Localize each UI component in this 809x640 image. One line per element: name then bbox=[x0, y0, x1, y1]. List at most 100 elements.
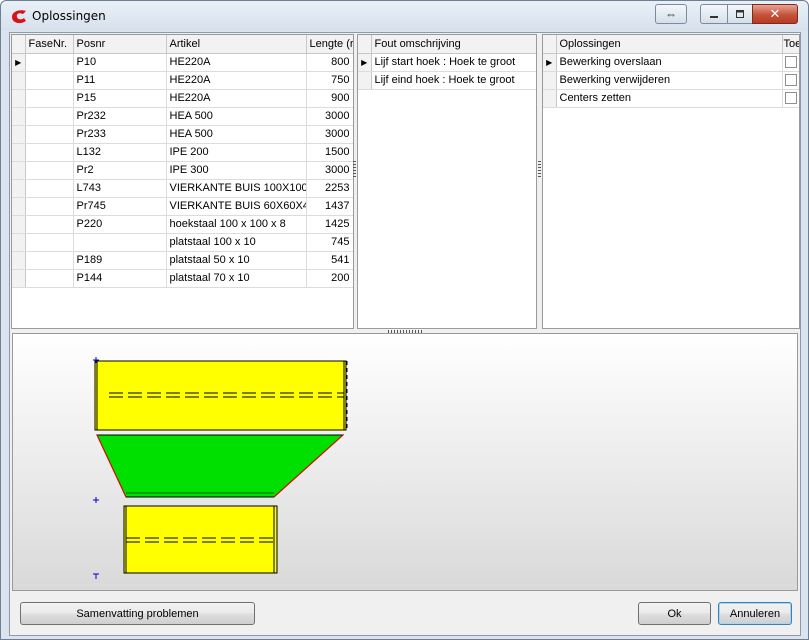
apply-checkbox[interactable] bbox=[784, 92, 797, 105]
cell-lengte[interactable]: 900 bbox=[306, 89, 353, 108]
cell-artikel[interactable]: IPE 300 bbox=[166, 161, 307, 180]
cell-posnr[interactable]: L743 bbox=[73, 179, 167, 198]
cell-posnr[interactable]: Pr2 bbox=[73, 161, 167, 180]
column-header-fasenr[interactable]: FaseNr. bbox=[25, 35, 74, 54]
cell-fasenr[interactable] bbox=[25, 107, 74, 126]
cell-artikel[interactable]: HE220A bbox=[166, 53, 307, 72]
column-header-artikel[interactable]: Artikel bbox=[166, 35, 307, 54]
table-row[interactable]: Pr232 HEA 500 3000 bbox=[12, 107, 353, 126]
cell-posnr[interactable]: P144 bbox=[73, 269, 167, 288]
cell-fasenr[interactable] bbox=[25, 179, 74, 198]
cell-lengte[interactable]: 3000 bbox=[306, 107, 353, 126]
maximize-button[interactable] bbox=[727, 4, 753, 24]
cell-fasenr[interactable] bbox=[25, 53, 74, 72]
cell-lengte[interactable]: 541 bbox=[306, 251, 353, 270]
row-selector[interactable] bbox=[12, 71, 26, 90]
table-row[interactable]: P11 HE220A 750 bbox=[12, 71, 353, 90]
row-selector[interactable] bbox=[12, 107, 26, 126]
table-row[interactable]: ▶ Bewerking overslaan bbox=[543, 53, 799, 72]
cell-posnr[interactable]: P10 bbox=[73, 53, 167, 72]
column-header-lengte[interactable]: Lengte (r bbox=[306, 35, 353, 54]
row-selector[interactable]: ▶ bbox=[12, 53, 26, 72]
row-selector[interactable] bbox=[12, 215, 26, 234]
cell-lengte[interactable]: 800 bbox=[306, 53, 353, 72]
cell-lengte[interactable]: 3000 bbox=[306, 161, 353, 180]
row-selector[interactable] bbox=[358, 71, 372, 90]
cell-fout-omschrijving[interactable]: Lijf eind hoek : Hoek te groot bbox=[371, 71, 536, 90]
table-row[interactable]: P189 platstaal 50 x 10 541 bbox=[12, 251, 353, 270]
table-row[interactable]: P220 hoekstaal 100 x 100 x 8 1425 bbox=[12, 215, 353, 234]
row-selector[interactable] bbox=[12, 161, 26, 180]
splitter-handle[interactable] bbox=[538, 161, 541, 177]
cell-fasenr[interactable] bbox=[25, 89, 74, 108]
cell-artikel[interactable]: HEA 500 bbox=[166, 125, 307, 144]
title-bar[interactable]: Oplossingen ⇔ ✕ bbox=[1, 1, 808, 31]
cell-fasenr[interactable] bbox=[25, 269, 74, 288]
table-row[interactable]: Pr2 IPE 300 3000 bbox=[12, 161, 353, 180]
row-selector[interactable] bbox=[12, 197, 26, 216]
cell-fout-omschrijving[interactable]: Lijf start hoek : Hoek te groot bbox=[371, 53, 536, 72]
row-selector[interactable] bbox=[12, 251, 26, 270]
table-row[interactable]: P15 HE220A 900 bbox=[12, 89, 353, 108]
table-row[interactable]: ▶ P10 HE220A 800 bbox=[12, 53, 353, 72]
table-row[interactable]: Pr233 HEA 500 3000 bbox=[12, 125, 353, 144]
column-header-posnr[interactable]: Posnr bbox=[73, 35, 167, 54]
swap-button[interactable]: ⇔ bbox=[655, 4, 687, 24]
row-selector[interactable] bbox=[12, 143, 26, 162]
row-selector[interactable] bbox=[543, 71, 557, 90]
errors-grid[interactable]: Fout omschrijving ▶ Lijf start hoek : Hoe… bbox=[357, 34, 537, 329]
table-row[interactable]: Lijf eind hoek : Hoek te groot bbox=[358, 71, 536, 90]
cell-lengte[interactable]: 2253 bbox=[306, 179, 353, 198]
cell-lengte[interactable]: 1500 bbox=[306, 143, 353, 162]
cell-artikel[interactable]: VIERKANTE BUIS 100X100X4 bbox=[166, 179, 307, 198]
close-button[interactable]: ✕ bbox=[752, 4, 798, 24]
solutions-grid[interactable]: Oplossingen Toe ▶Bewerking overslaanBewe… bbox=[542, 34, 800, 329]
cell-lengte[interactable]: 1425 bbox=[306, 215, 353, 234]
cell-oplossing[interactable]: Bewerking verwijderen bbox=[556, 71, 783, 90]
cell-posnr[interactable]: P11 bbox=[73, 71, 167, 90]
cell-artikel[interactable]: hoekstaal 100 x 100 x 8 bbox=[166, 215, 307, 234]
cell-fasenr[interactable] bbox=[25, 197, 74, 216]
cell-fasenr[interactable] bbox=[25, 125, 74, 144]
parts-grid[interactable]: FaseNr. Posnr Artikel Lengte (r ▶ P10 HE22… bbox=[11, 34, 354, 329]
cell-fasenr[interactable] bbox=[25, 251, 74, 270]
column-header-fout-omschrijving[interactable]: Fout omschrijving bbox=[371, 35, 536, 54]
table-row[interactable]: P144 platstaal 70 x 10 200 bbox=[12, 269, 353, 288]
table-row[interactable]: ▶ Lijf start hoek : Hoek te groot bbox=[358, 53, 536, 72]
summary-problems-button[interactable]: Samenvatting problemen bbox=[20, 602, 255, 625]
cell-oplossing[interactable]: Bewerking overslaan bbox=[556, 53, 783, 72]
row-selector[interactable] bbox=[12, 125, 26, 144]
cell-posnr[interactable]: P189 bbox=[73, 251, 167, 270]
cell-lengte[interactable]: 1437 bbox=[306, 197, 353, 216]
row-selector[interactable] bbox=[543, 89, 557, 108]
row-selector[interactable]: ▶ bbox=[543, 53, 557, 72]
cell-oplossing[interactable]: Centers zetten bbox=[556, 89, 783, 108]
cell-fasenr[interactable] bbox=[25, 71, 74, 90]
column-header-toepassen[interactable]: Toe bbox=[782, 35, 799, 54]
column-header-oplossingen[interactable]: Oplossingen bbox=[556, 35, 783, 54]
table-row[interactable]: Bewerking verwijderen bbox=[543, 71, 799, 90]
cell-posnr[interactable] bbox=[73, 233, 167, 252]
cell-posnr[interactable]: P220 bbox=[73, 215, 167, 234]
cell-fasenr[interactable] bbox=[25, 215, 74, 234]
row-selector[interactable] bbox=[12, 269, 26, 288]
splitter-handle[interactable] bbox=[353, 161, 356, 177]
table-row[interactable]: platstaal 100 x 10 745 bbox=[12, 233, 353, 252]
minimize-button[interactable] bbox=[700, 4, 728, 24]
cell-artikel[interactable]: HEA 500 bbox=[166, 107, 307, 126]
cell-fasenr[interactable] bbox=[25, 233, 74, 252]
table-row[interactable]: Pr745 VIERKANTE BUIS 60X60X4 1437 bbox=[12, 197, 353, 216]
cell-artikel[interactable]: platstaal 50 x 10 bbox=[166, 251, 307, 270]
row-selector[interactable] bbox=[12, 89, 26, 108]
row-selector[interactable] bbox=[12, 179, 26, 198]
table-row[interactable]: L743 VIERKANTE BUIS 100X100X4 2253 bbox=[12, 179, 353, 198]
profile-drawing-canvas[interactable] bbox=[12, 333, 798, 591]
cell-artikel[interactable]: platstaal 70 x 10 bbox=[166, 269, 307, 288]
table-row[interactable]: L132 IPE 200 1500 bbox=[12, 143, 353, 162]
cell-posnr[interactable]: Pr745 bbox=[73, 197, 167, 216]
apply-checkbox[interactable] bbox=[784, 74, 797, 87]
cell-lengte[interactable]: 745 bbox=[306, 233, 353, 252]
ok-button[interactable]: Ok bbox=[638, 602, 711, 625]
cell-fasenr[interactable] bbox=[25, 161, 74, 180]
cell-lengte[interactable]: 750 bbox=[306, 71, 353, 90]
